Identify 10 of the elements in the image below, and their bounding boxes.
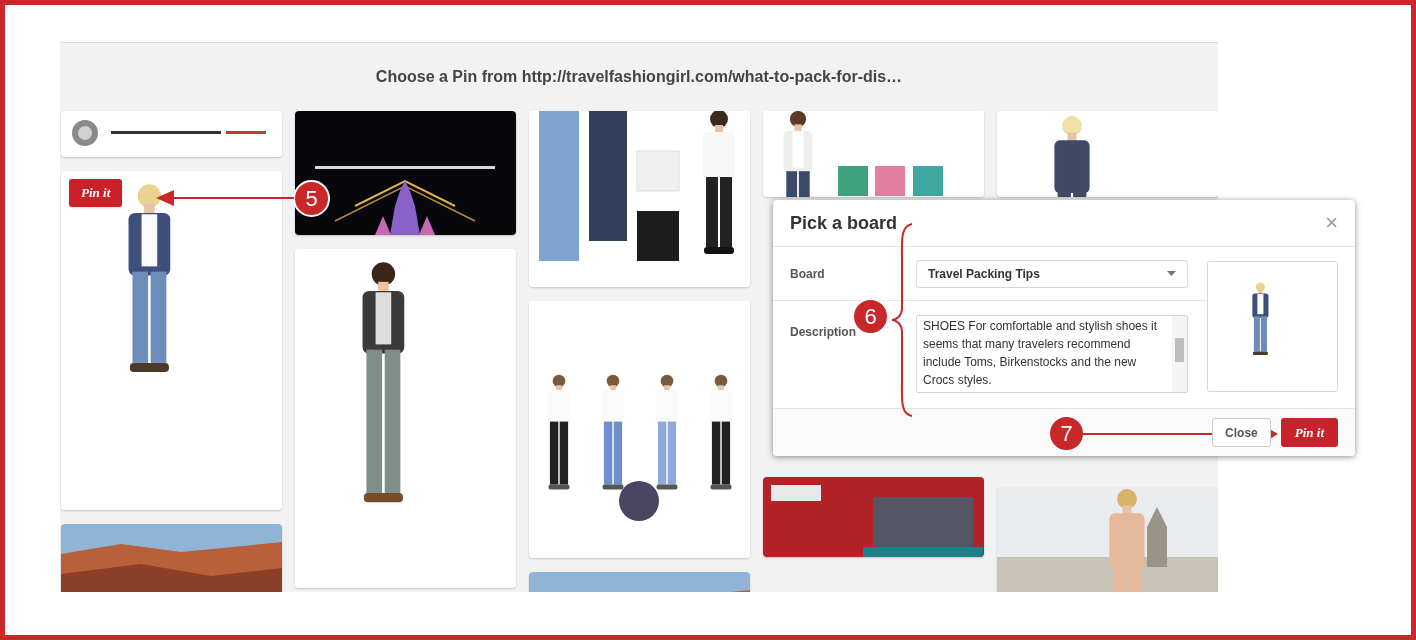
panel-title: Choose a Pin from http://travelfashiongirl.com/what-to-pack-for-dis… [375,67,903,87]
dialog-title: Pick a board [790,211,898,235]
close-button[interactable]: Close [1212,418,1271,447]
scrollbar[interactable] [1172,316,1187,392]
description-field[interactable]: SHOES For comfortable and stylish shoes it seems that many travelers recommend include Toms, Birkenstocks and the new Crocs styles. [916,315,1188,393]
pin-it-button[interactable]: Pin it [69,179,123,207]
board-label: Board [790,265,826,283]
board-select[interactable]: Travel Packing Tips [916,259,1188,288]
pin-it-button[interactable]: Pin it [1280,418,1338,447]
caret-icon [1167,271,1176,276]
